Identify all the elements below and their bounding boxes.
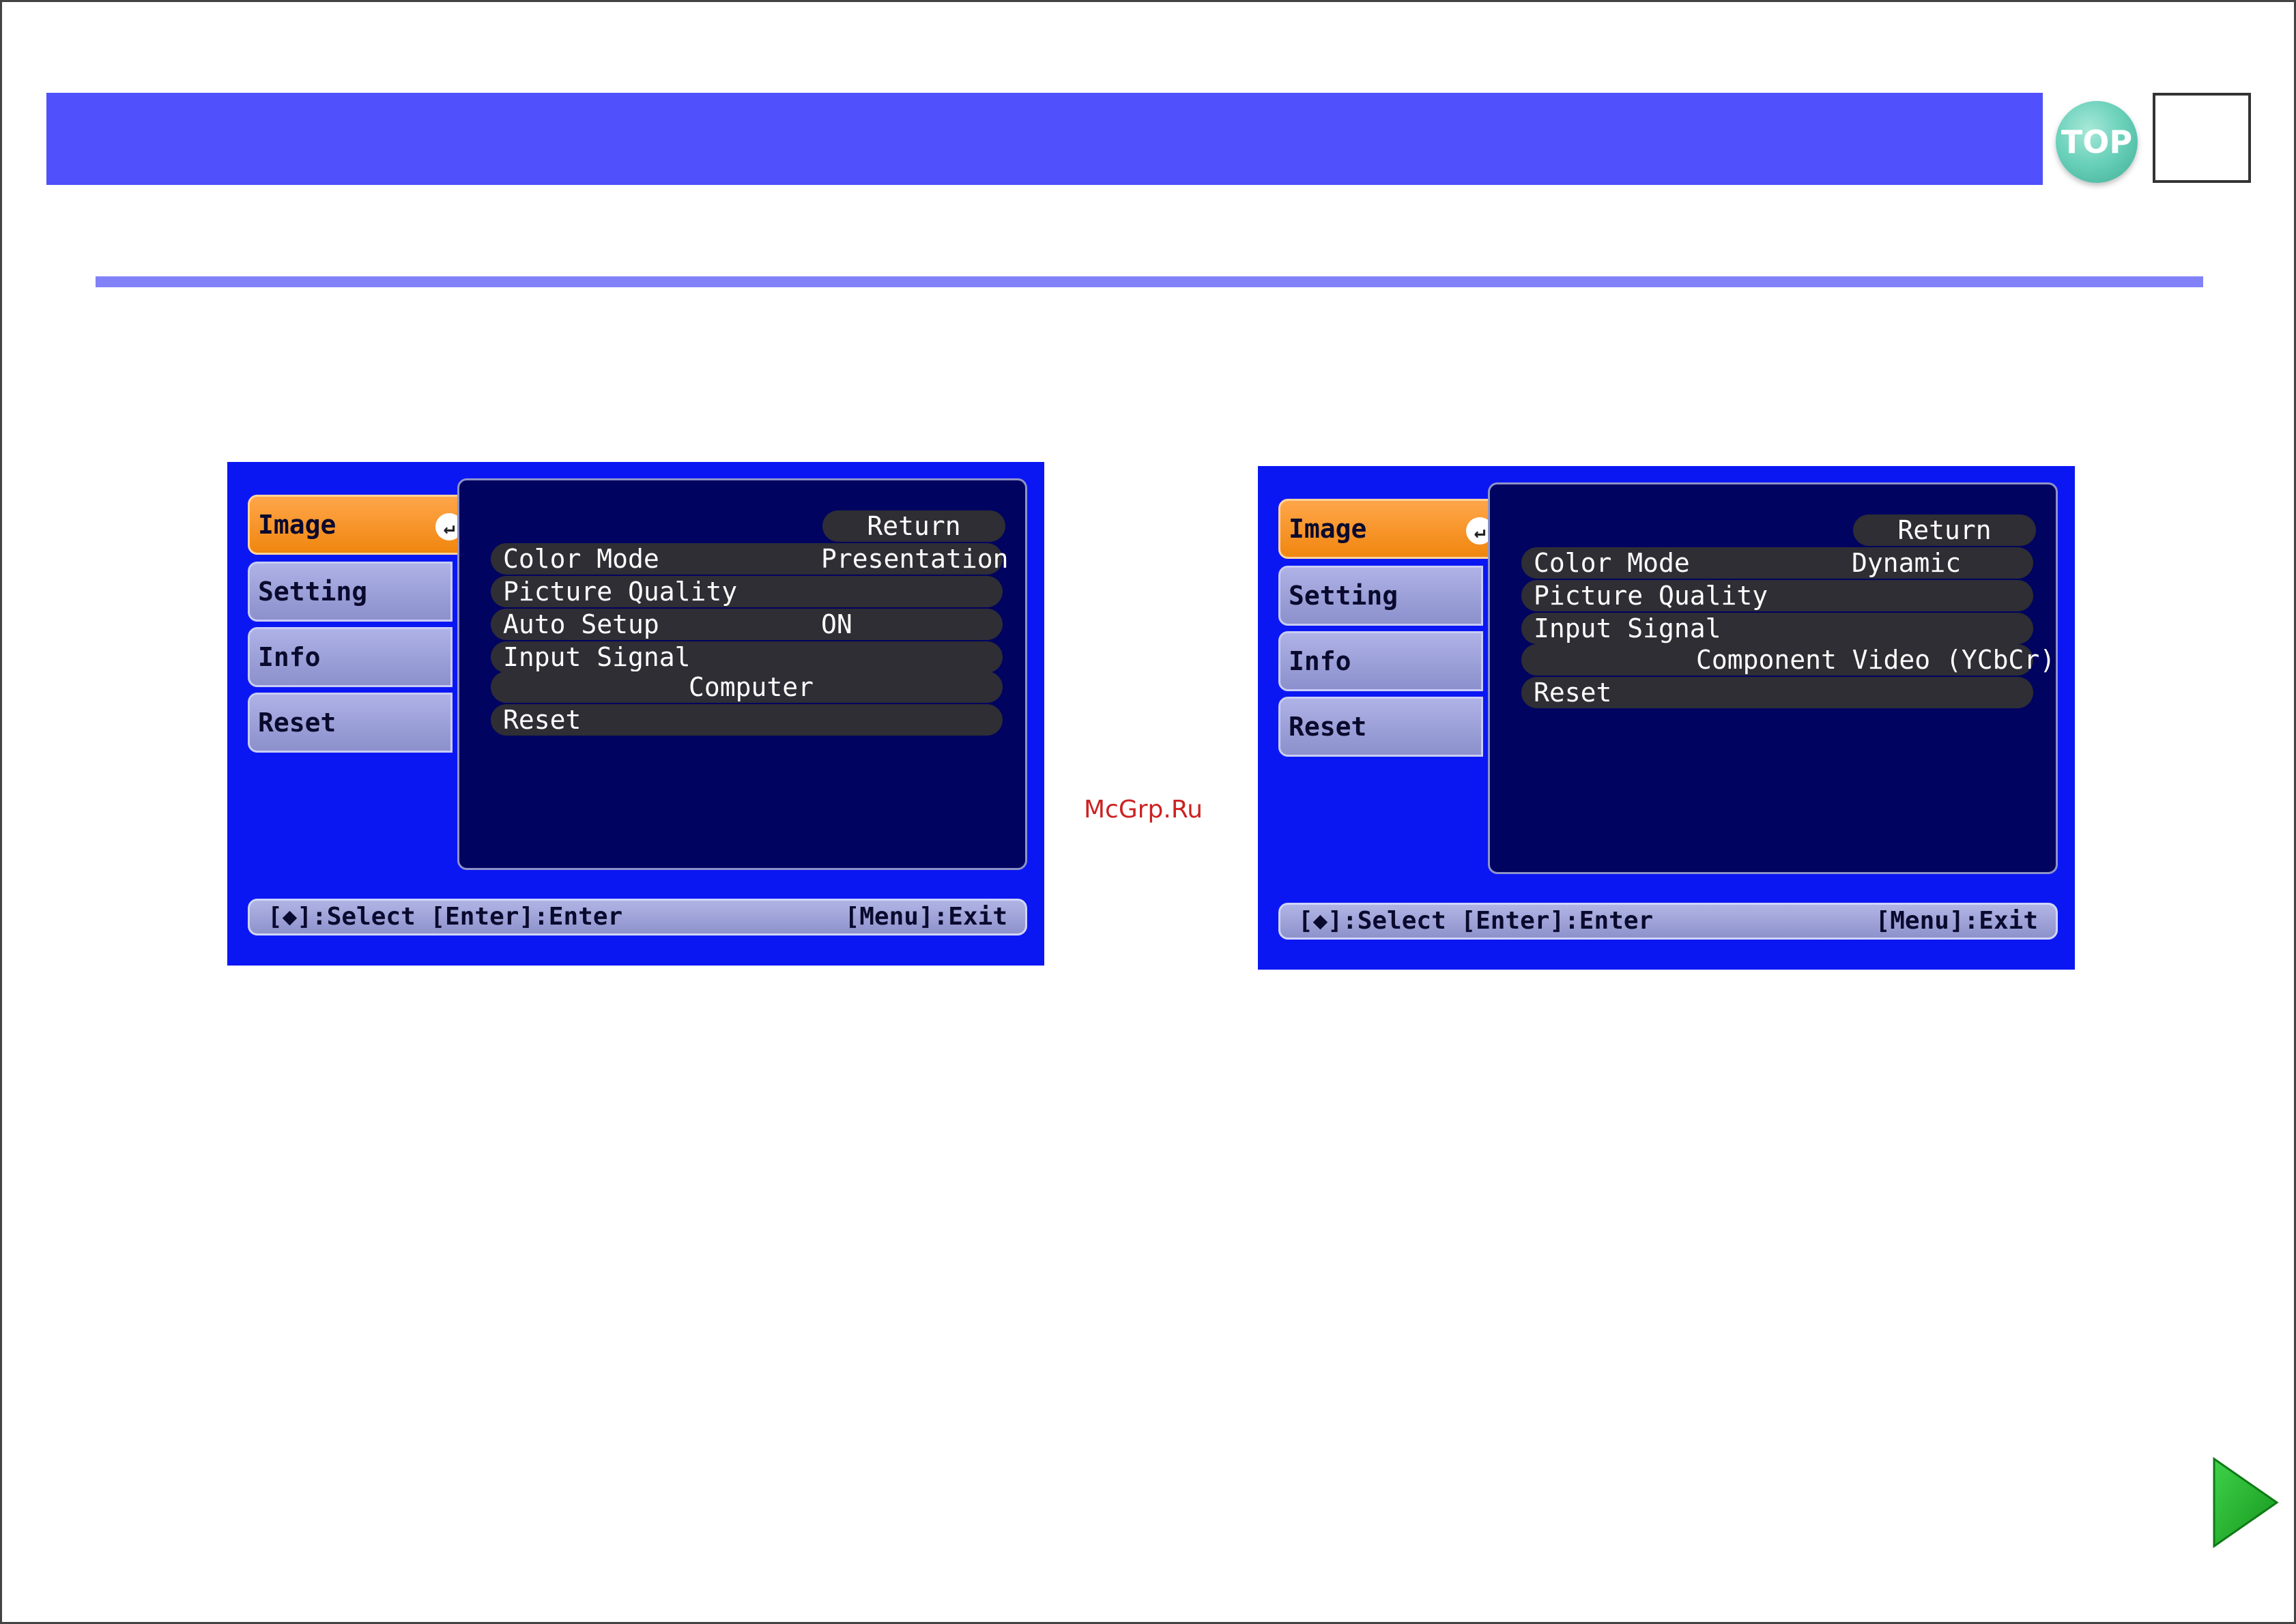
tab-label: Info <box>258 642 321 672</box>
tab-label: Info <box>1289 646 1351 676</box>
menu-row: Picture Quality <box>491 576 1003 607</box>
menu-row: Input Signal <box>491 641 1003 673</box>
input-signal-value-row: Computer <box>491 671 1003 703</box>
row-label: Picture Quality <box>503 577 738 607</box>
row-value: Presentation <box>821 544 1009 574</box>
menu-row-reset: Reset <box>491 704 1003 736</box>
row-label: Input Signal <box>503 642 691 672</box>
row-label: Input Signal <box>1534 613 1721 643</box>
menu-row: Input Signal <box>1521 613 2033 644</box>
tab-label: Image <box>258 510 336 540</box>
return-item: Return <box>1853 514 2036 546</box>
row-label: Auto Setup <box>503 609 659 639</box>
status-hint-left: [◆]:Select [Enter]:Enter <box>268 903 623 931</box>
tab-reset: Reset <box>248 693 453 753</box>
tab-label: Setting <box>258 577 368 607</box>
header-bar <box>46 93 2043 185</box>
row-label: Picture Quality <box>1534 581 1768 611</box>
row-value: ON <box>821 609 852 639</box>
menu-row: Color Mode Dynamic <box>1521 547 2033 579</box>
next-page-arrow-icon[interactable] <box>2211 1456 2280 1549</box>
row-value: Dynamic <box>1852 548 1962 578</box>
menu-row: Color Mode Presentation <box>491 543 1009 575</box>
row-label: Reset <box>503 705 582 735</box>
row-label: Reset <box>1534 678 1612 708</box>
menu-row-reset: Reset <box>1521 677 2033 708</box>
section-rule <box>96 276 2203 287</box>
tab-setting: Setting <box>248 562 453 622</box>
tab-label: Reset <box>1289 712 1367 742</box>
status-bar: [◆]:Select [Enter]:Enter [Menu]:Exit <box>1278 903 2058 940</box>
tab-image: Image ↵ <box>248 495 473 555</box>
row-label: Color Mode <box>1534 548 1690 578</box>
input-signal-value: Component Video (YCbCr) <box>1696 645 2056 675</box>
sub-menu-panel: Return Color Mode Dynamic Picture Qualit… <box>1488 482 2058 874</box>
page-number-box <box>2153 93 2251 183</box>
tab-info: Info <box>248 627 453 687</box>
status-hint-right: [Menu]:Exit <box>844 903 1007 931</box>
status-hint-left: [◆]:Select [Enter]:Enter <box>1298 907 1654 935</box>
input-signal-value-row: Component Video (YCbCr) <box>1521 644 2055 676</box>
row-label: Color Mode <box>503 544 659 574</box>
watermark: McGrp.Ru <box>1084 796 1203 824</box>
sub-menu-panel: Return Color Mode Presentation Picture Q… <box>457 478 1027 870</box>
input-signal-value: Computer <box>689 672 814 702</box>
status-bar: [◆]:Select [Enter]:Enter [Menu]:Exit <box>248 899 1027 936</box>
return-item: Return <box>822 510 1005 542</box>
tab-label: Reset <box>258 708 336 738</box>
tab-image: Image ↵ <box>1278 499 1504 559</box>
tab-label: Setting <box>1289 581 1398 611</box>
osd-screenshot-component: Image ↵ Setting Info Reset Return Color … <box>1258 466 2075 970</box>
menu-row: Picture Quality <box>1521 580 2033 611</box>
osd-screenshot-computer: Image ↵ Setting Info Reset Return Color … <box>227 462 1044 966</box>
tab-reset: Reset <box>1278 697 1483 757</box>
menu-row: Auto Setup ON <box>491 609 1003 640</box>
tab-info: Info <box>1278 631 1483 691</box>
status-hint-right: [Menu]:Exit <box>1875 907 2038 935</box>
top-label: TOP <box>2061 124 2133 160</box>
tab-setting: Setting <box>1278 566 1483 626</box>
tab-label: Image <box>1289 514 1367 544</box>
top-button[interactable]: TOP <box>2056 101 2138 183</box>
